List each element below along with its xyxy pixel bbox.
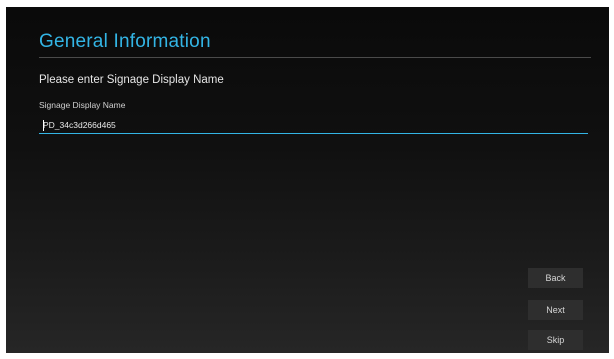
title-divider bbox=[39, 57, 591, 58]
setup-screen: General Information Please enter Signage… bbox=[6, 7, 609, 353]
next-button[interactable]: Next bbox=[528, 300, 583, 320]
back-button[interactable]: Back bbox=[528, 268, 583, 288]
display-name-input[interactable] bbox=[39, 117, 588, 134]
form-prompt: Please enter Signage Display Name bbox=[39, 74, 224, 86]
text-cursor bbox=[43, 120, 44, 131]
display-name-label: Signage Display Name bbox=[39, 100, 126, 110]
page-title: General Information bbox=[39, 31, 211, 52]
skip-button[interactable]: Skip bbox=[528, 330, 583, 350]
